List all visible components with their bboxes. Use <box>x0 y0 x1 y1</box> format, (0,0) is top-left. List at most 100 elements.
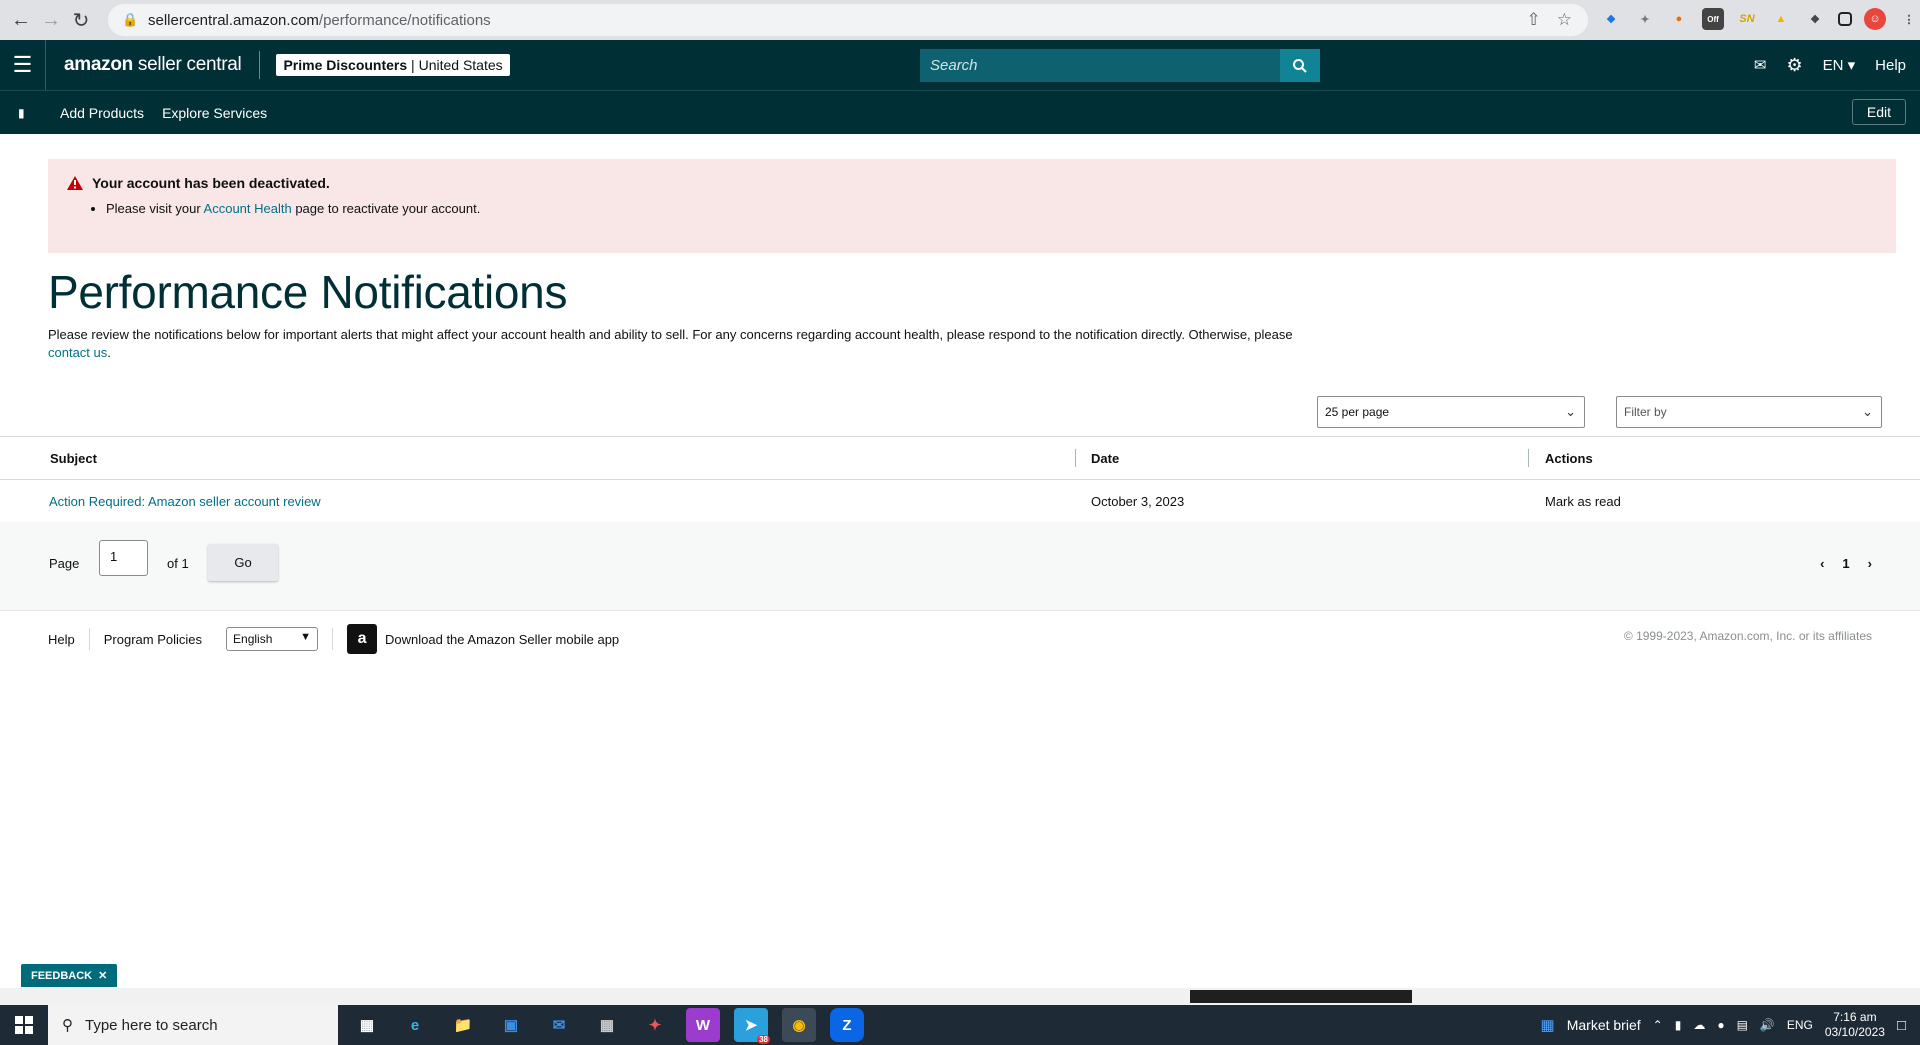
back-icon[interactable]: ← <box>6 5 36 35</box>
extension-icon[interactable]: Off <box>1702 8 1724 30</box>
go-button[interactable]: Go <box>208 544 278 581</box>
nav-explore-services[interactable]: Explore Services <box>162 105 267 121</box>
bookmark-icon[interactable]: ▮ <box>18 106 32 120</box>
extension-icon[interactable]: SN <box>1736 8 1758 30</box>
chevron-left-icon[interactable]: ‹ <box>1820 556 1824 571</box>
alert-title: Your account has been deactivated. <box>92 175 330 191</box>
telegram-icon[interactable]: ➤ 38 <box>734 1008 770 1044</box>
feedback-button[interactable]: FEEDBACK ✕ <box>21 964 118 987</box>
notification-center-icon[interactable]: □ <box>1897 1017 1906 1034</box>
calculator-icon[interactable]: ▦ <box>590 1008 624 1042</box>
page-total: of 1 <box>167 556 189 571</box>
footer-language-select[interactable]: English ▼ <box>226 627 319 651</box>
intro-text: Please review the notifications below fo… <box>48 327 1293 360</box>
page-title: Performance Notifications <box>48 266 568 318</box>
widgets-icon[interactable]: ▦ <box>1541 1016 1555 1034</box>
cloud-icon[interactable]: ☁ <box>1693 1018 1705 1032</box>
wps-icon[interactable]: W <box>686 1008 720 1042</box>
deactivation-alert: Your account has been deactivated. Pleas… <box>48 159 1896 253</box>
share-icon[interactable]: ⇧ <box>1527 10 1541 30</box>
notification-subject-link[interactable]: Action Required: Amazon seller account r… <box>49 494 321 509</box>
column-header-date[interactable]: Date <box>1091 451 1119 466</box>
current-page[interactable]: 1 <box>1842 556 1849 571</box>
reload-icon[interactable]: ↻ <box>66 5 96 35</box>
per-page-select[interactable]: 25 per page ⌄ <box>1317 396 1585 428</box>
windows-taskbar: ⚲ Type here to search ▦ e 📁 ▣ ✉ ▦ ✦ W ➤ 38… <box>0 1005 1920 1045</box>
bookmarks-bar: ▮ Add Products Explore Services Edit <box>0 90 1920 134</box>
search-button[interactable] <box>1280 49 1320 82</box>
search-icon <box>1293 58 1307 73</box>
chrome-icon[interactable]: ◉ <box>782 1008 816 1042</box>
hamburger-menu-icon[interactable]: ☰ <box>0 40 46 90</box>
column-divider <box>1528 449 1529 467</box>
filter-select[interactable]: Filter by ⌄ <box>1616 396 1882 428</box>
seller-central-header: ☰ amazon seller central Prime Discounter… <box>0 40 1920 90</box>
clock[interactable]: 7:16 am 03/10/2023 <box>1825 1010 1885 1040</box>
footer: Help Program Policies English ▼ a Downloa… <box>48 624 619 654</box>
column-header-subject[interactable]: Subject <box>50 451 97 466</box>
footer-divider <box>88 628 90 650</box>
task-view-icon[interactable]: ▦ <box>350 1008 384 1042</box>
puzzle-icon[interactable]: ❖ <box>1804 8 1826 30</box>
menu-dots-icon[interactable]: ⋮ <box>1898 8 1920 30</box>
extension-icon[interactable]: ✦ <box>1634 8 1656 30</box>
page-label: Page <box>49 556 80 571</box>
download-app-link[interactable]: Download the Amazon Seller mobile app <box>385 632 619 647</box>
zalo-icon[interactable]: Z <box>830 1008 864 1042</box>
microphone-icon[interactable]: ● <box>1717 1018 1724 1032</box>
seller-app-icon[interactable]: a <box>347 624 378 654</box>
news-widget[interactable]: Market brief <box>1567 1017 1641 1033</box>
help-link[interactable]: Help <box>1875 57 1906 74</box>
edge-icon[interactable]: e <box>398 1008 432 1042</box>
seller-central-logo[interactable]: amazon seller central <box>64 54 242 76</box>
network-icon[interactable]: ▤ <box>1737 1018 1748 1032</box>
language-selector[interactable]: EN ▾ <box>1823 56 1856 74</box>
mail-icon[interactable]: ✉ <box>1754 56 1767 74</box>
side-panel-icon[interactable] <box>1838 12 1852 26</box>
chevron-up-icon[interactable]: ⌃ <box>1653 1018 1663 1032</box>
input-language[interactable]: ENG <box>1787 1018 1813 1032</box>
forward-icon[interactable]: → <box>36 5 66 35</box>
contact-us-link[interactable]: contact us <box>48 345 107 360</box>
extension-icon[interactable]: ▲ <box>1770 8 1792 30</box>
avatar[interactable]: ☺ <box>1864 8 1886 30</box>
store-selector[interactable]: Prime Discounters | United States <box>276 54 510 76</box>
pagination-bar: Page 1 of 1 Go ‹ 1 › <box>0 522 1920 611</box>
page-number-input[interactable]: 1 <box>99 540 148 576</box>
star-icon[interactable]: ☆ <box>1557 10 1572 30</box>
extension-icon[interactable]: ● <box>1668 8 1690 30</box>
copyright: © 1999-2023, Amazon.com, Inc. or its aff… <box>1623 629 1872 643</box>
column-header-actions[interactable]: Actions <box>1545 451 1593 466</box>
chevron-right-icon[interactable]: › <box>1868 556 1872 571</box>
search-input[interactable] <box>920 49 1280 82</box>
windows-start-icon[interactable] <box>0 1005 48 1045</box>
address-bar[interactable]: 🔒 sellercentral.amazon.com/performance/n… <box>108 4 1588 36</box>
url-host: sellercentral.amazon.com <box>148 11 319 29</box>
warning-icon <box>67 176 83 190</box>
volume-icon[interactable]: 🔊 <box>1760 1018 1775 1032</box>
mail-icon[interactable]: ✉ <box>542 1008 576 1042</box>
file-explorer-icon[interactable]: 📁 <box>446 1008 480 1042</box>
browser-toolbar: ← → ↻ 🔒 sellercentral.amazon.com/perform… <box>0 0 1920 40</box>
account-health-link[interactable]: Account Health <box>204 201 292 216</box>
chevron-down-icon: ⌄ <box>1862 404 1873 419</box>
chevron-down-icon: ⌄ <box>1565 404 1576 419</box>
gear-icon[interactable]: ⚙ <box>1786 55 1802 76</box>
extension-icon[interactable]: ❖ <box>1600 8 1622 30</box>
header-divider <box>259 51 261 79</box>
search-box <box>920 49 1320 82</box>
store-icon[interactable]: ▣ <box>494 1008 528 1042</box>
footer-help-link[interactable]: Help <box>48 632 75 647</box>
scrollbar-thumb[interactable] <box>1190 990 1412 1003</box>
extensions-bar: ❖ ✦ ● Off SN ▲ ❖ ☺ ⋮ <box>1600 8 1920 30</box>
program-policies-link[interactable]: Program Policies <box>104 632 202 647</box>
taskbar-search[interactable]: ⚲ Type here to search <box>48 1005 338 1045</box>
edit-button[interactable]: Edit <box>1851 99 1906 125</box>
mark-as-read-button[interactable]: Mark as read <box>1545 494 1621 509</box>
battery-icon[interactable]: ▮ <box>1675 1018 1682 1032</box>
snip-icon[interactable]: ✦ <box>638 1008 672 1042</box>
nav-add-products[interactable]: Add Products <box>60 105 144 121</box>
table-header: Subject Date Actions <box>0 437 1920 480</box>
horizontal-scrollbar[interactable] <box>0 988 1920 1005</box>
close-icon[interactable]: ✕ <box>98 969 107 982</box>
